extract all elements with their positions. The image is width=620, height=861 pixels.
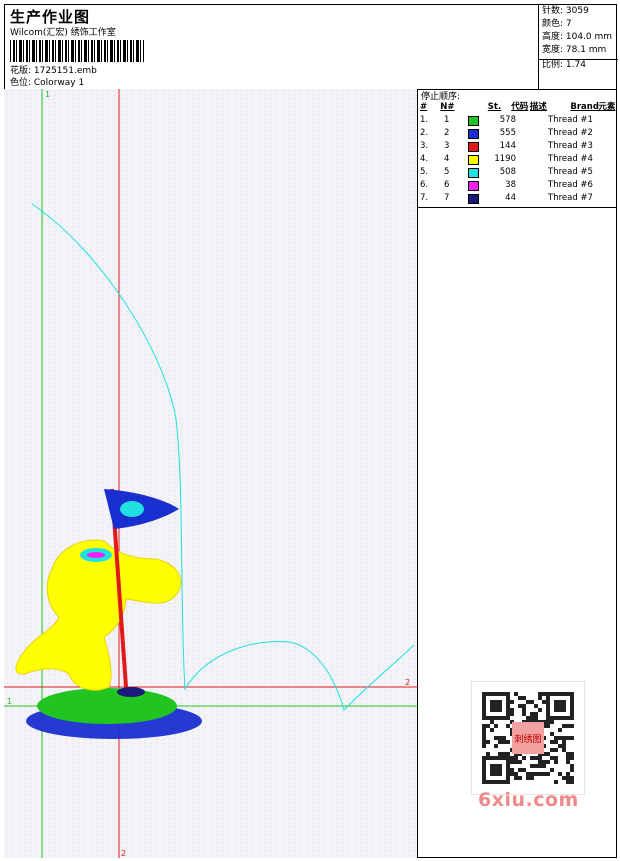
thread-stitches: 555 — [499, 128, 516, 138]
thread-needle: 2 — [444, 128, 450, 138]
thread-needle: 1 — [444, 115, 450, 125]
barcode — [10, 40, 144, 62]
thread-color-swatch — [468, 129, 479, 139]
thread-description: Thread #3 — [548, 141, 593, 151]
stats-divider — [539, 59, 618, 73]
sheet-header: 生产作业图 Wilcom(汇宏) 绣饰工作室 花版: 1725151.emb 色… — [4, 4, 617, 90]
thread-stitches: 38 — [505, 180, 516, 190]
thread-table: # N# St. 代码 描述 Brand 元素 1. 1 578 Thread #1 2… — [418, 101, 617, 208]
thread-stitches: 1190 — [494, 154, 516, 164]
qr-code-image: 刺绣图 — [482, 692, 574, 784]
thread-index: 6. — [420, 180, 429, 190]
thread-stitches: 578 — [499, 115, 516, 125]
thread-color-swatch — [468, 194, 479, 204]
thread-stitches: 508 — [499, 167, 516, 177]
thread-index: 7. — [420, 193, 429, 203]
col-header-needle: N# — [440, 102, 455, 112]
axis-label-right: 2 — [405, 678, 410, 687]
qr-code: 刺绣图 — [471, 681, 585, 795]
embroidery-preview: 1 1 2 2 — [4, 89, 418, 858]
thread-index: 5. — [420, 167, 429, 177]
thread-index: 1. — [420, 115, 429, 125]
bird-feet-dark — [117, 687, 145, 697]
ground-green-mound — [37, 688, 177, 724]
thread-table-header: # N# St. 代码 描述 Brand 元素 — [418, 101, 617, 114]
sheet-title: 生产作业图 — [10, 8, 91, 26]
design-width: 宽度: 78.1 mm — [542, 45, 607, 55]
thread-color-swatch — [468, 116, 479, 126]
thread-row[interactable]: 7. 7 44 Thread #7 — [418, 192, 617, 205]
color-count: 颜色: 7 — [542, 19, 572, 29]
col-header-description: 描述 — [529, 102, 547, 112]
stitch-count: 针数: 3059 — [542, 6, 589, 16]
thread-needle: 4 — [444, 154, 450, 164]
thread-color-swatch — [468, 168, 479, 178]
site-watermark: 6xiu.com — [478, 789, 579, 811]
thread-needle: 7 — [444, 193, 450, 203]
thread-needle: 5 — [444, 167, 450, 177]
bird-eye-magenta — [87, 552, 105, 558]
thread-index: 2. — [420, 128, 429, 138]
flag-emblem — [120, 501, 144, 517]
col-header-brand: Brand — [570, 102, 599, 112]
thread-description: Thread #2 — [548, 128, 593, 138]
axis-label-top: 1 — [45, 90, 50, 99]
thread-row[interactable]: 6. 6 38 Thread #6 — [418, 179, 617, 192]
thread-description: Thread #7 — [548, 193, 593, 203]
thread-needle: 3 — [444, 141, 450, 151]
thread-color-swatch — [468, 142, 479, 152]
thread-needle: 6 — [444, 180, 450, 190]
design-stats: 针数: 3059 颜色: 7 高度: 104.0 mm 宽度: 78.1 mm … — [538, 4, 618, 90]
thread-stitches: 144 — [499, 141, 516, 151]
design-height: 高度: 104.0 mm — [542, 32, 613, 42]
axis-label-left: 1 — [7, 697, 12, 706]
thread-index: 3. — [420, 141, 429, 151]
thread-index: 4. — [420, 154, 429, 164]
bird-body — [15, 539, 182, 691]
thread-row[interactable]: 4. 4 1190 Thread #4 — [418, 153, 617, 166]
colorway: 色位: Colorway 1 — [10, 78, 85, 88]
design-canvas[interactable]: 1 1 2 2 — [4, 89, 418, 858]
col-header-stitches: St. — [487, 102, 502, 112]
col-header-code: 代码 — [511, 102, 529, 112]
thread-stitches: 44 — [505, 193, 516, 203]
col-header-element: 元素 — [598, 102, 616, 112]
col-header-index: # — [420, 102, 428, 112]
thread-row[interactable]: 3. 3 144 Thread #3 — [418, 140, 617, 153]
thread-row[interactable]: 1. 1 578 Thread #1 — [418, 114, 617, 127]
thread-row[interactable]: 5. 5 508 Thread #5 — [418, 166, 617, 179]
thread-color-swatch — [468, 181, 479, 191]
thread-description: Thread #5 — [548, 167, 593, 177]
axis-label-bottom: 2 — [121, 849, 126, 858]
thread-description: Thread #6 — [548, 180, 593, 190]
qr-center-label: 刺绣图 — [514, 733, 541, 745]
thread-description: Thread #4 — [548, 154, 593, 164]
thread-color-swatch — [468, 155, 479, 165]
company-name: Wilcom(汇宏) 绣饰工作室 — [10, 28, 116, 38]
thread-description: Thread #1 — [548, 115, 593, 125]
thread-row[interactable]: 2. 2 555 Thread #2 — [418, 127, 617, 140]
